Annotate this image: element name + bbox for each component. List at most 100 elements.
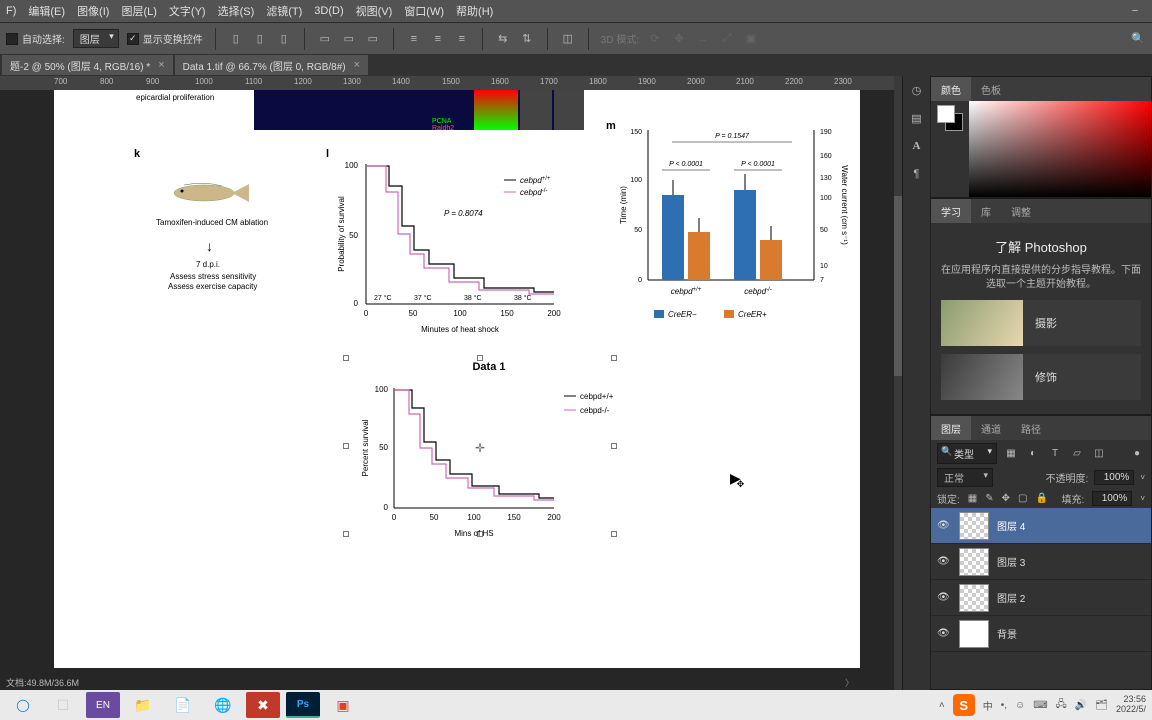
auto-select-checkbox[interactable]: 自动选择: — [6, 31, 65, 46]
minimize-button[interactable]: − — [1118, 0, 1152, 22]
learn-tab[interactable]: 学习 — [931, 199, 971, 223]
distribute-spacing-h-icon[interactable]: ⇆ — [495, 31, 511, 47]
menu-select[interactable]: 选择(S) — [218, 3, 255, 19]
file-explorer-icon[interactable]: 📁 — [126, 692, 160, 718]
acrobat-icon[interactable]: 📄 — [166, 692, 200, 718]
show-transform-checkbox[interactable]: ✓ 显示变换控件 — [127, 31, 203, 46]
visibility-icon[interactable]: 👁 — [937, 520, 951, 531]
adjustments-tab[interactable]: 调整 — [1001, 199, 1041, 223]
fill-input[interactable] — [1092, 491, 1132, 506]
paths-tab[interactable]: 路径 — [1011, 416, 1051, 440]
app-x-icon[interactable]: ✖ — [246, 692, 280, 718]
volume-icon[interactable]: 🔊 — [1075, 700, 1087, 711]
transform-handle[interactable] — [343, 355, 349, 361]
menu-edit[interactable]: 编辑(E) — [28, 3, 65, 19]
lock-artboard-icon[interactable]: ▢ — [1018, 493, 1027, 504]
chrome-icon[interactable]: 🌐 — [206, 692, 240, 718]
transform-handle[interactable] — [343, 443, 349, 449]
transform-handle[interactable] — [343, 531, 349, 537]
visibility-icon[interactable]: 👁 — [937, 592, 951, 603]
align-center-h-icon[interactable]: ▯ — [252, 31, 268, 47]
menu-type[interactable]: 文字(Y) — [169, 3, 206, 19]
menu-filter[interactable]: 滤镜(T) — [266, 3, 302, 19]
libraries-tab[interactable]: 库 — [971, 199, 1001, 223]
layers-tab[interactable]: 图层 — [931, 416, 971, 440]
opacity-input[interactable] — [1094, 470, 1134, 485]
visibility-icon[interactable]: 👁 — [937, 628, 951, 639]
opacity-chevron-icon[interactable]: ˅ — [1140, 473, 1145, 482]
clock[interactable]: 23:56 2022/5/ — [1116, 695, 1146, 715]
layer-row[interactable]: 👁 图层 3 — [931, 544, 1151, 580]
close-tab-icon[interactable]: × — [354, 59, 360, 71]
collapsed-history-icon[interactable]: ◷ — [903, 76, 930, 104]
blend-mode-dropdown[interactable]: 正常 — [937, 468, 993, 487]
align-top-icon[interactable]: ▭ — [317, 31, 333, 47]
tray-chevron-icon[interactable]: ˄ — [939, 700, 945, 711]
ime-button[interactable]: EN — [86, 692, 120, 718]
layer-row[interactable]: 👁 图层 2 — [931, 580, 1151, 616]
filter-pixel-icon[interactable]: ▦ — [1003, 445, 1019, 461]
emoji-icon[interactable]: ☺ — [1015, 700, 1025, 711]
doc-tab-2[interactable]: Data 1.tif @ 66.7% (图层 0, RGB/8#) × — [175, 55, 368, 75]
photoshop-icon[interactable]: Ps — [286, 692, 320, 718]
battery-icon[interactable]: 🗂 — [1095, 700, 1108, 711]
swatches-tab[interactable]: 色板 — [971, 77, 1011, 101]
auto-select-target-dropdown[interactable]: 图层 — [73, 29, 119, 48]
ime-mode-icon[interactable]: •, — [1001, 700, 1007, 711]
lock-all-icon[interactable]: 🔒 — [1035, 493, 1047, 504]
layer-row[interactable]: 👁 背景 — [931, 616, 1151, 652]
align-bottom-icon[interactable]: ▭ — [365, 31, 381, 47]
collapsed-char-icon[interactable]: A — [903, 132, 930, 160]
vscroll-thumb[interactable] — [894, 196, 902, 376]
align-middle-icon[interactable]: ▭ — [341, 31, 357, 47]
align-right-icon[interactable]: ▯ — [276, 31, 292, 47]
menu-image[interactable]: 图像(I) — [77, 3, 109, 19]
canvas-area[interactable]: 700 800 900 1000 1100 1200 1300 1400 150… — [0, 76, 902, 690]
filter-adjust-icon[interactable]: ◐ — [1025, 445, 1041, 461]
collapsed-properties-icon[interactable]: ▤ — [903, 104, 930, 132]
menu-view[interactable]: 视图(V) — [356, 3, 393, 19]
sogou-ime-icon[interactable]: S — [953, 694, 975, 716]
learn-item-retouch[interactable]: 修饰 — [941, 354, 1141, 400]
color-picker[interactable] — [969, 101, 1151, 197]
doc-tab-1[interactable]: 题-2 @ 50% (图层 4, RGB/16) * × — [2, 55, 173, 75]
menu-3d[interactable]: 3D(D) — [314, 5, 343, 17]
document-canvas[interactable]: epicardial proliferation PCNA Raldh2 k T… — [54, 90, 860, 668]
learn-item-photography[interactable]: 摄影 — [941, 300, 1141, 346]
powerpoint-icon[interactable]: ▣ — [326, 692, 360, 718]
distribute-v-icon[interactable]: ≡ — [430, 31, 446, 47]
visibility-icon[interactable]: 👁 — [937, 556, 951, 567]
search-icon[interactable]: 🔍 — [1130, 31, 1146, 47]
fill-chevron-icon[interactable]: ˅ — [1140, 494, 1145, 503]
distribute-3-icon[interactable]: ≡ — [454, 31, 470, 47]
align-left-icon[interactable]: ▯ — [228, 31, 244, 47]
close-tab-icon[interactable]: × — [158, 59, 164, 71]
menu-help[interactable]: 帮助(H) — [456, 3, 493, 19]
filter-smart-icon[interactable]: ◫ — [1091, 445, 1107, 461]
menu-layer[interactable]: 图层(L) — [121, 3, 156, 19]
status-chevron-icon[interactable]: 〉 — [845, 676, 854, 689]
align-to-icon[interactable]: ◫ — [560, 31, 576, 47]
color-tab[interactable]: 颜色 — [931, 77, 971, 101]
filter-toggle-icon[interactable]: ● — [1129, 445, 1145, 461]
menu-file[interactable]: F) — [6, 5, 16, 17]
lock-transparency-icon[interactable]: ▦ — [968, 493, 977, 504]
filter-type-icon[interactable]: T — [1047, 445, 1063, 461]
ime-chinese-icon[interactable]: 中 — [983, 698, 993, 713]
distribute-spacing-v-icon[interactable]: ⇅ — [519, 31, 535, 47]
foreground-color[interactable] — [937, 105, 955, 123]
layer-row[interactable]: 👁 图层 4 — [931, 508, 1151, 544]
lock-image-icon[interactable]: ✎ — [985, 493, 993, 504]
filter-kind-dropdown[interactable]: 类型 — [937, 443, 997, 464]
menu-window[interactable]: 窗口(W) — [404, 3, 444, 19]
collapsed-paragraph-icon[interactable]: ¶ — [903, 160, 930, 188]
filter-shape-icon[interactable]: ▱ — [1069, 445, 1085, 461]
distribute-h-icon[interactable]: ≡ — [406, 31, 422, 47]
lock-position-icon[interactable]: ✥ — [1002, 493, 1010, 504]
channels-tab[interactable]: 通道 — [971, 416, 1011, 440]
keyboard-icon[interactable]: ⌨ — [1033, 700, 1047, 711]
network-icon[interactable]: 🖧 — [1056, 697, 1067, 714]
task-view-icon[interactable]: ☐ — [46, 692, 80, 718]
vscroll-track[interactable] — [894, 76, 902, 690]
start-button[interactable]: ◯ — [6, 692, 40, 718]
